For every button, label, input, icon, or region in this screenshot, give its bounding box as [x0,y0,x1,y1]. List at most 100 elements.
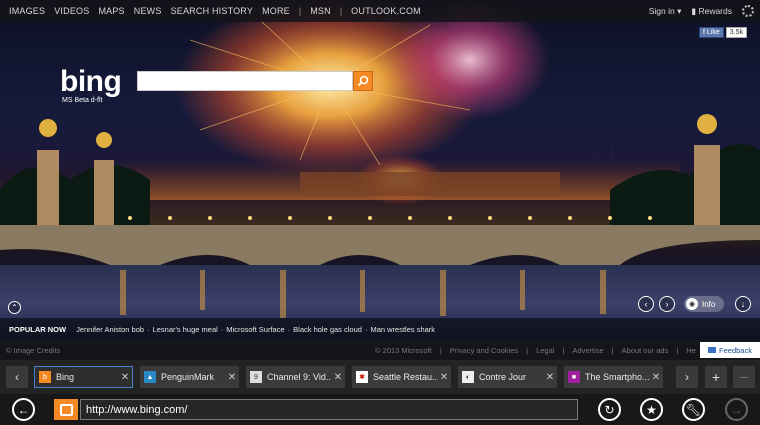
footer-link-help[interactable]: He [686,346,696,355]
footer-link-advertise[interactable]: Advertise [572,346,603,355]
more-icon: ··· [739,372,749,382]
collapse-popular-button[interactable]: ⌃ [8,301,21,314]
chevron-right-icon: › [685,370,689,384]
next-image-button[interactable]: › [659,296,675,312]
favorites-button[interactable]: ★ [640,398,663,421]
tab-bing[interactable]: b Bing ✕ [34,366,133,388]
tab-title: Bing [56,372,75,382]
popular-separator: · [220,324,224,334]
popular-item[interactable]: Black hole gas cloud [293,325,362,334]
back-arrow-icon: ← [17,402,30,417]
chevron-up-icon: ⌃ [11,303,18,312]
nav-outlook[interactable]: OUTLOOK.COM [342,6,421,16]
image-credits-link[interactable]: © Image Credits [0,346,60,355]
tab-contre-jour[interactable]: ◐ Contre Jour ✕ [458,366,557,388]
forward-button[interactable]: → [725,398,748,421]
chevron-right-icon: › [665,299,669,309]
nav-news[interactable]: NEWS [125,6,162,16]
page-footer: © Image Credits © 2013 Microsoft | Priva… [0,340,760,360]
nav-videos[interactable]: VIDEOS [45,6,89,16]
search-button[interactable] [353,71,373,91]
tab-smartphone[interactable]: ■ The Smartpho... ✕ [564,366,663,388]
popular-item[interactable]: Lesnar's huge meal [153,325,218,334]
nav-msn[interactable]: MSN [301,6,331,16]
tab-title: Contre Jour [479,372,527,382]
footer-link-about-ads[interactable]: About our ads [622,346,669,355]
nav-images[interactable]: IMAGES [0,6,45,16]
tab-title: Channel 9: Vid... [267,372,331,382]
facebook-like-label: Like [706,29,720,36]
facebook-like-count: 3.5k [725,27,747,38]
nav-separator: | [298,6,302,16]
top-right-controls: Sign in ▾ ▮ Rewards [649,0,754,22]
download-icon: ↓ [740,299,746,309]
site-icon [54,399,78,420]
popular-separator: · [147,324,150,334]
footer-separator: | [562,345,565,355]
sign-in-label: Sign in [648,5,675,16]
close-icon[interactable]: ✕ [649,372,663,383]
tabs-scroll-left-button[interactable]: ‹ [6,366,28,388]
back-button[interactable]: ← [12,398,35,421]
star-icon: ★ [646,402,657,417]
popular-item[interactable]: Microsoft Surface [226,325,284,334]
feedback-label: Feedback [719,345,752,355]
page-tools-button[interactable]: 🔧︎ [682,398,705,421]
bing-favicon-icon [59,403,73,416]
popular-now-bar: POPULAR NOW Jennifer Aniston bob · Lesna… [0,318,760,340]
close-icon[interactable]: ✕ [225,372,239,383]
close-icon[interactable]: ✕ [437,372,451,383]
gear-icon[interactable] [742,5,754,17]
rewards-label: Rewards [698,5,732,16]
previous-image-button[interactable]: ‹ [638,296,654,312]
nav-maps[interactable]: MAPS [89,6,124,16]
refresh-icon: ↻ [604,402,615,417]
tab-penguinmark[interactable]: ▲ PenguinMark ✕ [140,366,239,388]
tab-title: The Smartpho... [585,372,649,382]
bing-favicon-icon: b [39,371,51,383]
plus-icon: + [711,369,721,385]
popular-item[interactable]: Jennifer Aniston bob [76,325,144,334]
facebook-like-widget: f Like 3.5k [699,27,747,38]
chevron-left-icon: ‹ [644,299,648,309]
feedback-button[interactable]: Feedback [700,342,760,358]
channel9-favicon-icon: 9 [250,371,262,383]
tab-seattle-restaurants[interactable]: ✱ Seattle Restau... ✕ [352,366,451,388]
footer-links: © 2013 Microsoft | Privacy and Cookies |… [375,340,696,360]
penguinmark-favicon-icon: ▲ [144,371,156,383]
popular-item[interactable]: Man wrestles shark [370,325,435,334]
copyright-text: © 2013 Microsoft [375,345,432,355]
contre-jour-favicon-icon: ◐ [462,371,474,383]
close-icon[interactable]: ✕ [543,372,557,383]
footer-link-legal[interactable]: Legal [536,346,554,355]
nav-search-history[interactable]: SEARCH HISTORY [162,6,254,16]
tabs-scroll-right-button[interactable]: › [676,366,698,388]
url-input[interactable]: http://www.bing.com/ [80,399,578,420]
refresh-button[interactable]: ↻ [598,398,621,421]
new-tab-button[interactable]: + [705,366,727,388]
search-input[interactable] [137,71,353,91]
rewards-icon: ▮ [691,5,697,16]
image-info-button[interactable]: ◉ Info [684,296,724,312]
download-image-button[interactable]: ↓ [735,296,751,312]
wrench-icon: 🔧︎ [685,402,702,417]
bing-logo[interactable]: bing [60,65,122,99]
sign-in-link[interactable]: Sign in ▾ [649,6,682,17]
tab-title: Seattle Restau... [373,372,437,382]
nav-more[interactable]: MORE [253,6,290,16]
tab-options-button[interactable]: ··· [733,366,755,388]
search-icon [357,75,369,87]
facebook-like-button[interactable]: f Like [699,27,724,38]
popular-separator: · [364,324,368,334]
close-icon[interactable]: ✕ [331,372,345,383]
nav-separator: | [339,6,343,16]
speech-bubble-icon [708,347,717,353]
footer-separator: | [439,345,442,355]
close-icon[interactable]: ✕ [118,372,132,383]
rewards-link[interactable]: ▮ Rewards [691,6,732,17]
footer-separator: | [676,345,679,355]
browser-window: IMAGES VIDEOS MAPS NEWS SEARCH HISTORY M… [0,0,760,425]
footer-link-privacy[interactable]: Privacy and Cookies [450,346,518,355]
footer-separator: | [611,345,614,355]
tab-channel9[interactable]: 9 Channel 9: Vid... ✕ [246,366,345,388]
